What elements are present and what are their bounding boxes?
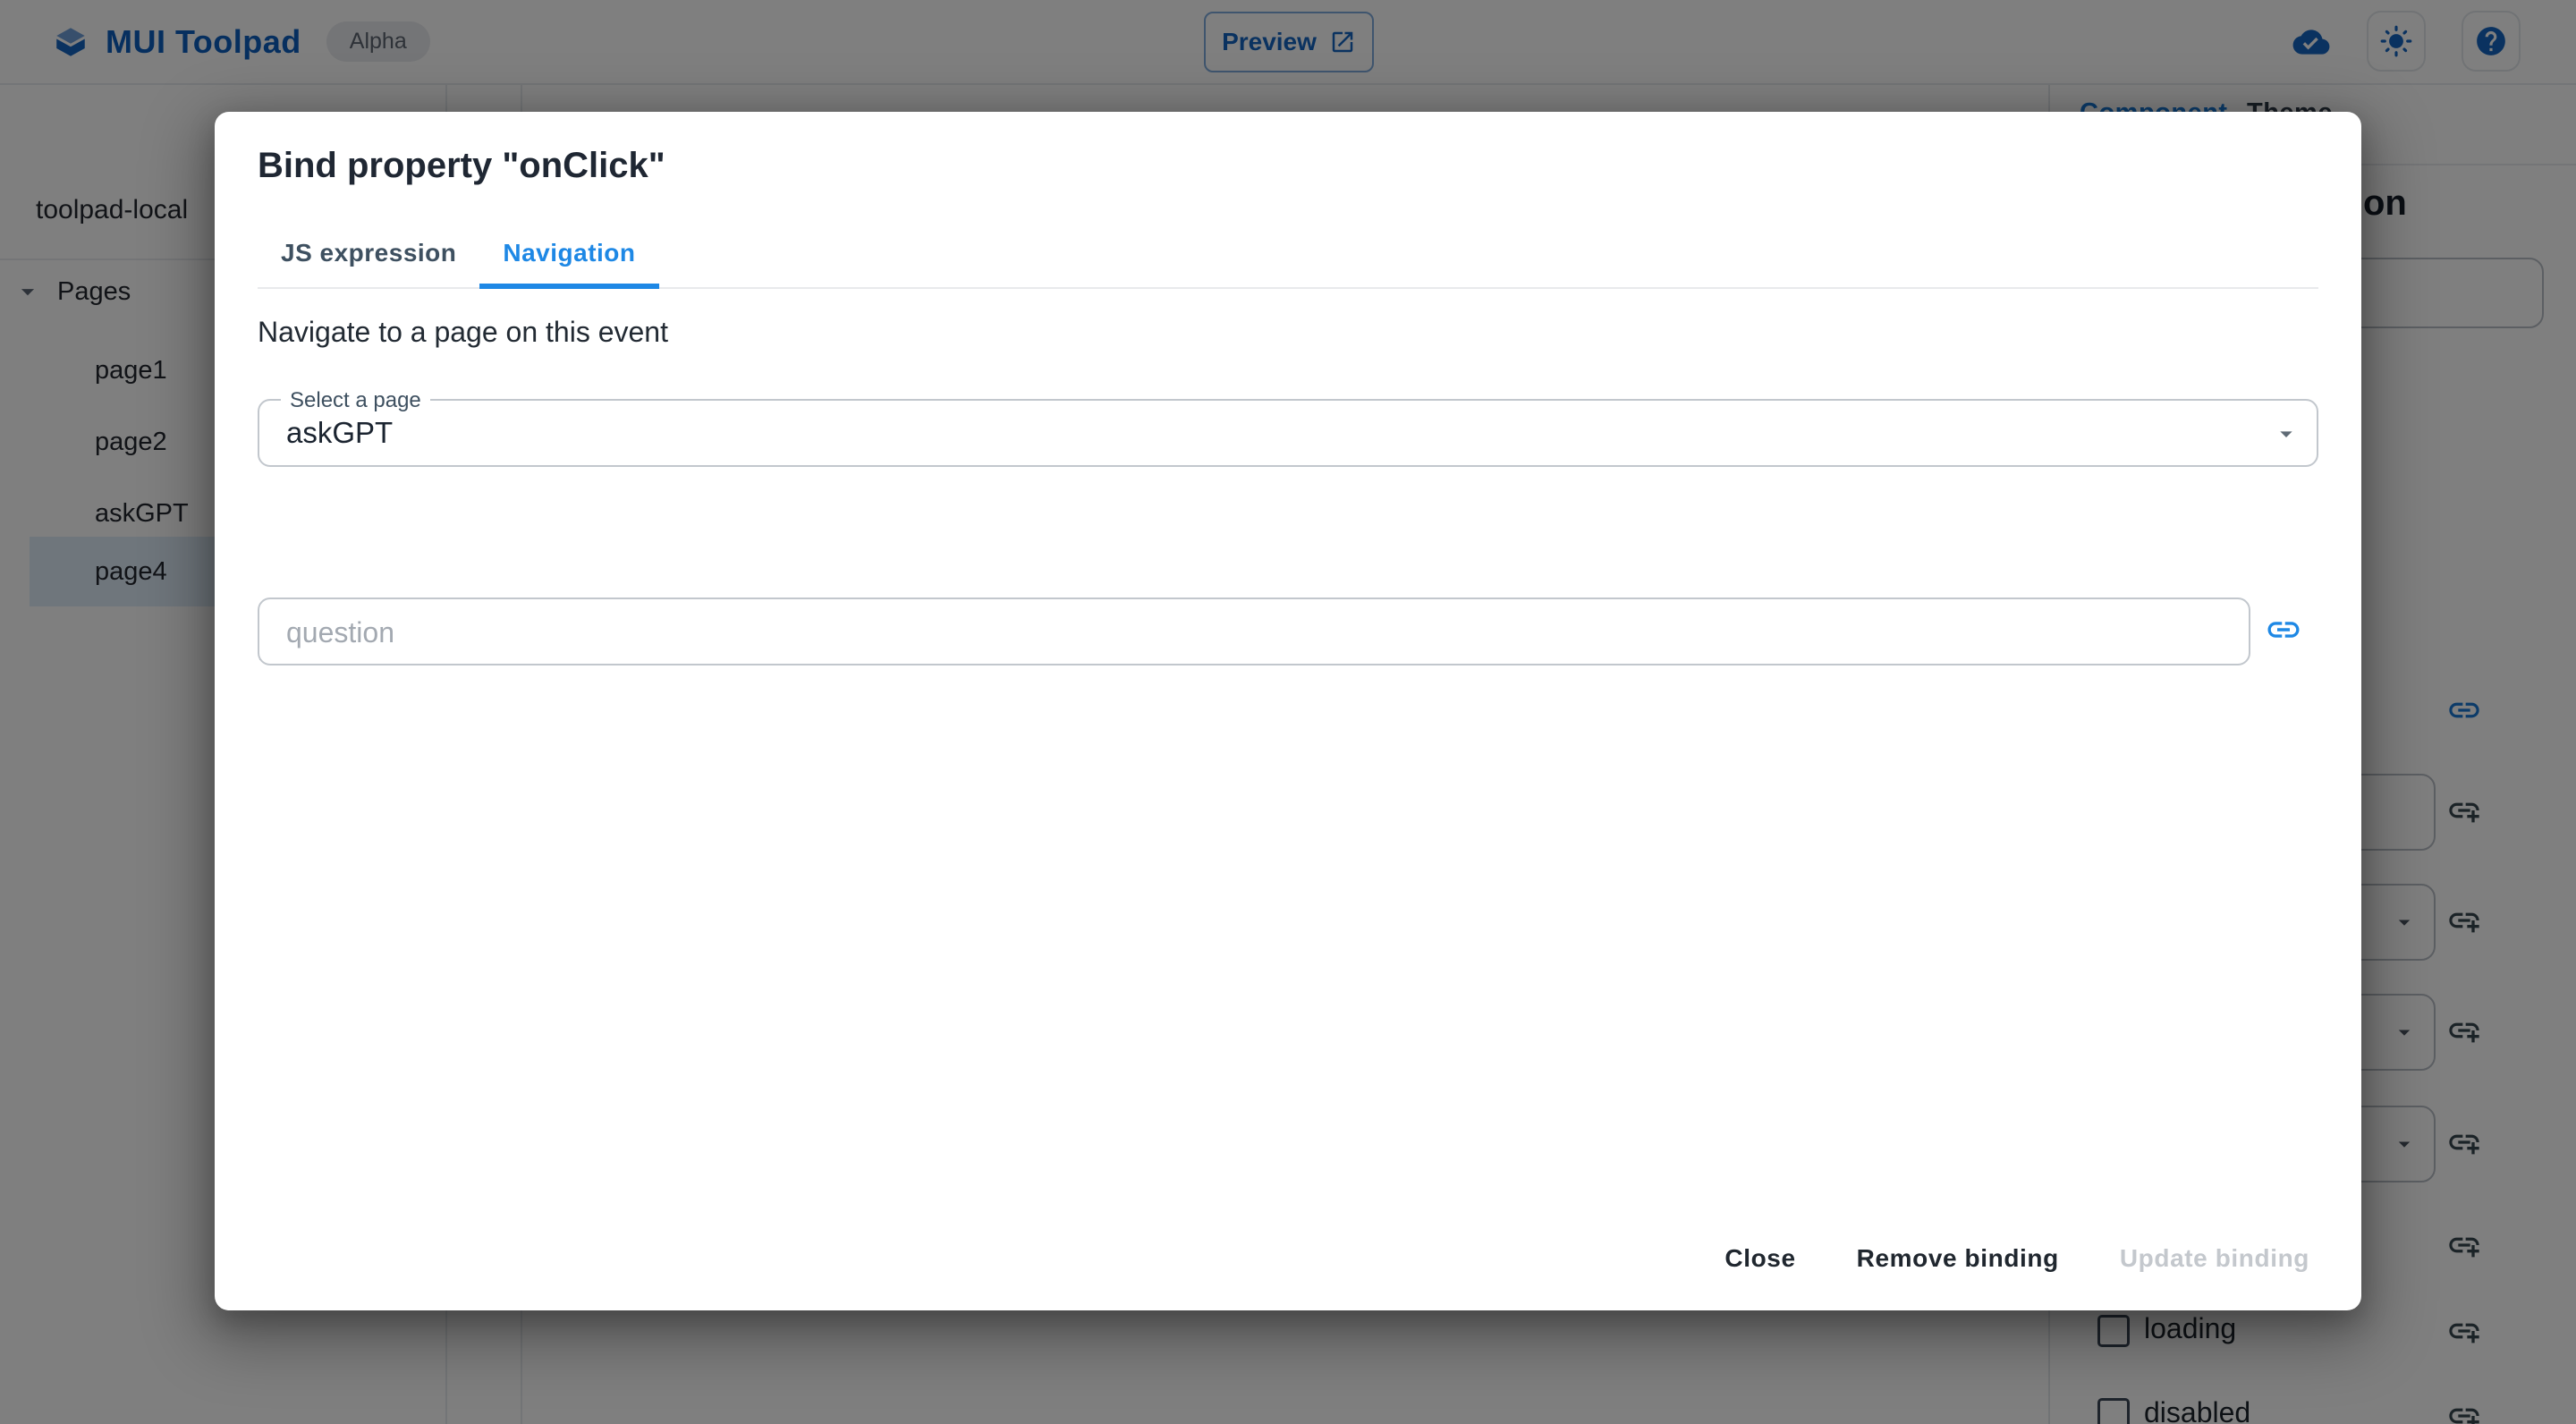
tab-js-expression[interactable]: JS expression	[258, 219, 479, 287]
link-icon	[2265, 611, 2302, 648]
bind-property-dialog: Bind property "onClick" JS expression Na…	[215, 112, 2361, 1310]
update-binding-button[interactable]: Update binding	[2098, 1230, 2331, 1287]
close-button[interactable]: Close	[1703, 1230, 1817, 1287]
page-select-value: askGPT	[286, 416, 394, 449]
dialog-tabs: JS expression Navigation	[258, 219, 2318, 289]
question-param-input[interactable]	[284, 599, 2166, 665]
bind-param-button[interactable]	[2265, 611, 2302, 648]
page-select[interactable]: Select a page askGPT	[258, 388, 2318, 467]
chevron-down-icon	[2272, 420, 2301, 448]
dialog-description: Navigate to a page on this event	[258, 316, 668, 348]
dialog-actions: Close Remove binding Update binding	[1703, 1230, 2331, 1287]
toolpad-app: MUI Toolpad Alpha Preview	[0, 0, 2576, 1424]
tab-navigation[interactable]: Navigation	[479, 219, 659, 289]
param-field	[258, 598, 2250, 665]
remove-binding-button[interactable]: Remove binding	[1835, 1230, 2080, 1287]
dialog-title: Bind property "onClick"	[258, 146, 665, 185]
page-select-label: Select a page	[281, 388, 430, 413]
